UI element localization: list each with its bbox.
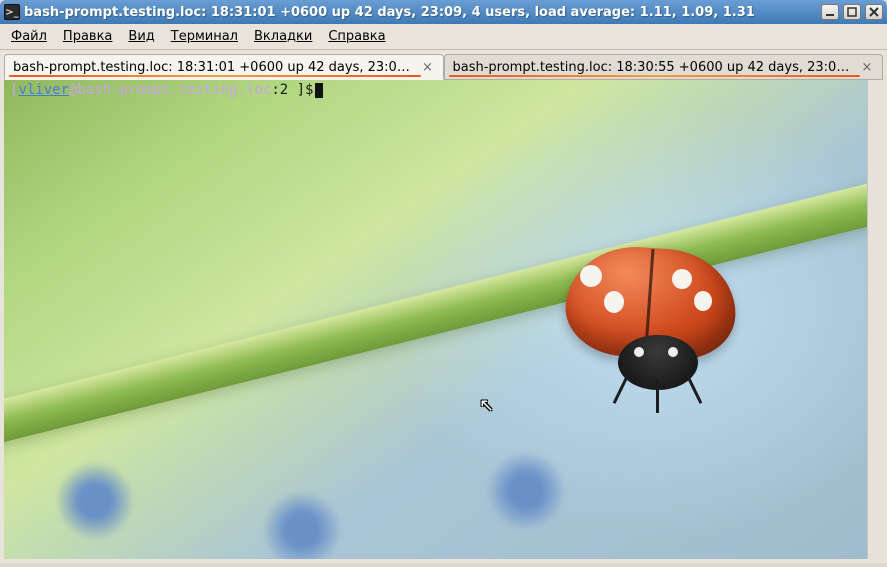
window-titlebar: >_ bash-prompt.testing.loc: 18:31:01 +06…: [0, 0, 887, 24]
close-button[interactable]: [865, 4, 883, 20]
text-cursor: [315, 83, 323, 98]
tab-label: bash-prompt.testing.loc: 18:30:55 +0600 …: [453, 60, 855, 75]
menu-terminal[interactable]: Терминал: [164, 26, 245, 47]
bg-flower-blur: [263, 491, 341, 559]
tab-label: bash-prompt.testing.loc: 18:31:01 +0600 …: [13, 60, 415, 75]
menu-file[interactable]: Файл: [4, 26, 54, 47]
menu-edit[interactable]: Правка: [56, 26, 119, 47]
tab-close-button[interactable]: ×: [421, 60, 435, 74]
menu-tabs[interactable]: Вкладки: [247, 26, 319, 47]
minimize-icon: [825, 7, 835, 17]
tab-activity-indicator: [9, 75, 421, 77]
tab-2[interactable]: bash-prompt.testing.loc: 18:30:55 +0600 …: [444, 54, 884, 80]
tab-1[interactable]: bash-prompt.testing.loc: 18:31:01 +0600 …: [4, 54, 444, 80]
tabbar: bash-prompt.testing.loc: 18:31:01 +0600 …: [0, 50, 887, 80]
tab-activity-indicator: [449, 75, 861, 77]
close-icon: ×: [862, 60, 873, 75]
terminal-app-icon: >_: [4, 4, 20, 20]
prompt-sigil: $: [305, 82, 313, 98]
tab-close-button[interactable]: ×: [860, 60, 874, 74]
bg-ladybug: [556, 243, 746, 393]
vertical-scrollbar[interactable]: [867, 80, 883, 559]
terminal-frame: [vliver@bash-prompt.testing.loc:2 ]$ ↖: [0, 80, 887, 563]
prompt-user: vliver: [18, 82, 69, 98]
maximize-button[interactable]: [843, 4, 861, 20]
bg-flower-blur: [487, 452, 565, 530]
menu-view[interactable]: Вид: [121, 26, 161, 47]
prompt-path: :2 ]: [271, 82, 305, 98]
minimize-button[interactable]: [821, 4, 839, 20]
close-icon: ×: [422, 60, 433, 75]
menu-help[interactable]: Справка: [321, 26, 392, 47]
window-title: bash-prompt.testing.loc: 18:31:01 +0600 …: [24, 5, 817, 20]
prompt-host: @bash-prompt.testing.loc: [69, 82, 271, 98]
terminal-viewport[interactable]: [vliver@bash-prompt.testing.loc:2 ]$ ↖: [4, 80, 867, 559]
maximize-icon: [847, 7, 857, 17]
shell-prompt: [vliver@bash-prompt.testing.loc:2 ]$: [10, 82, 323, 98]
close-icon: [869, 7, 879, 17]
menubar: Файл Правка Вид Терминал Вкладки Справка: [0, 24, 887, 50]
terminal-background-image: [4, 80, 867, 559]
bg-flower-blur: [56, 462, 134, 540]
